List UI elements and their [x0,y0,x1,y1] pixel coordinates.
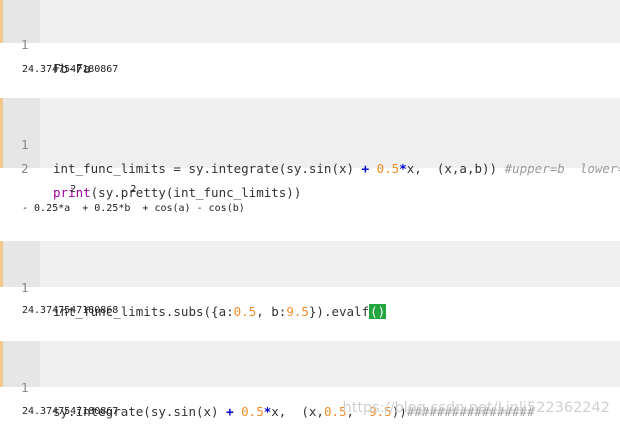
code-cell-2[interactable]: 1 int_func_limits = sy.integrate(sy.sin(… [0,98,620,200]
code-comment: #upper=b lower=a [504,161,620,176]
code-cell-1[interactable]: 1 Fb-Fa [0,0,620,76]
line-number: 2 [21,161,29,176]
cell-output-2-line-1: 2 2 [22,184,137,195]
code-line[interactable]: 2 print(sy.pretty(int_func_limits)) [3,133,301,200]
line-number: 1 [21,380,29,395]
code-line[interactable]: 1 sy.integrate(sy.sin(x) + 0.5*x, (x,0.5… [3,352,535,419]
code-line[interactable]: 1 int_func_limits = sy.integrate(sy.sin(… [3,109,620,176]
code-cell-4[interactable]: 1 sy.integrate(sy.sin(x) + 0.5*x, (x,0.5… [0,341,620,419]
matched-parens-highlight: () [369,304,387,319]
code-line[interactable]: 1 int_func_limits.subs({a:0.5, b:9.5}).e… [3,252,387,319]
line-number: 1 [21,37,29,52]
line-number: 1 [21,280,29,295]
code-line[interactable]: 1 Fb-Fa [3,9,91,76]
cell-output-4: 24.3747547180867 [22,406,119,417]
code-text: int_func_limits = sy.integrate(sy.sin(x)… [53,157,620,181]
code-cell-3[interactable]: 1 int_func_limits.subs({a:0.5, b:9.5}).e… [0,241,620,319]
cell-output-2-line-2: - 0.25*a + 0.25*b + cos(a) - cos(b) [22,203,245,214]
cell-output-1: 24.3747547180867 [22,64,119,75]
cell-output-3: 24.3747547180868 [22,305,119,316]
watermark: https://blog.csdn.net/Linli522362242 [342,400,611,416]
